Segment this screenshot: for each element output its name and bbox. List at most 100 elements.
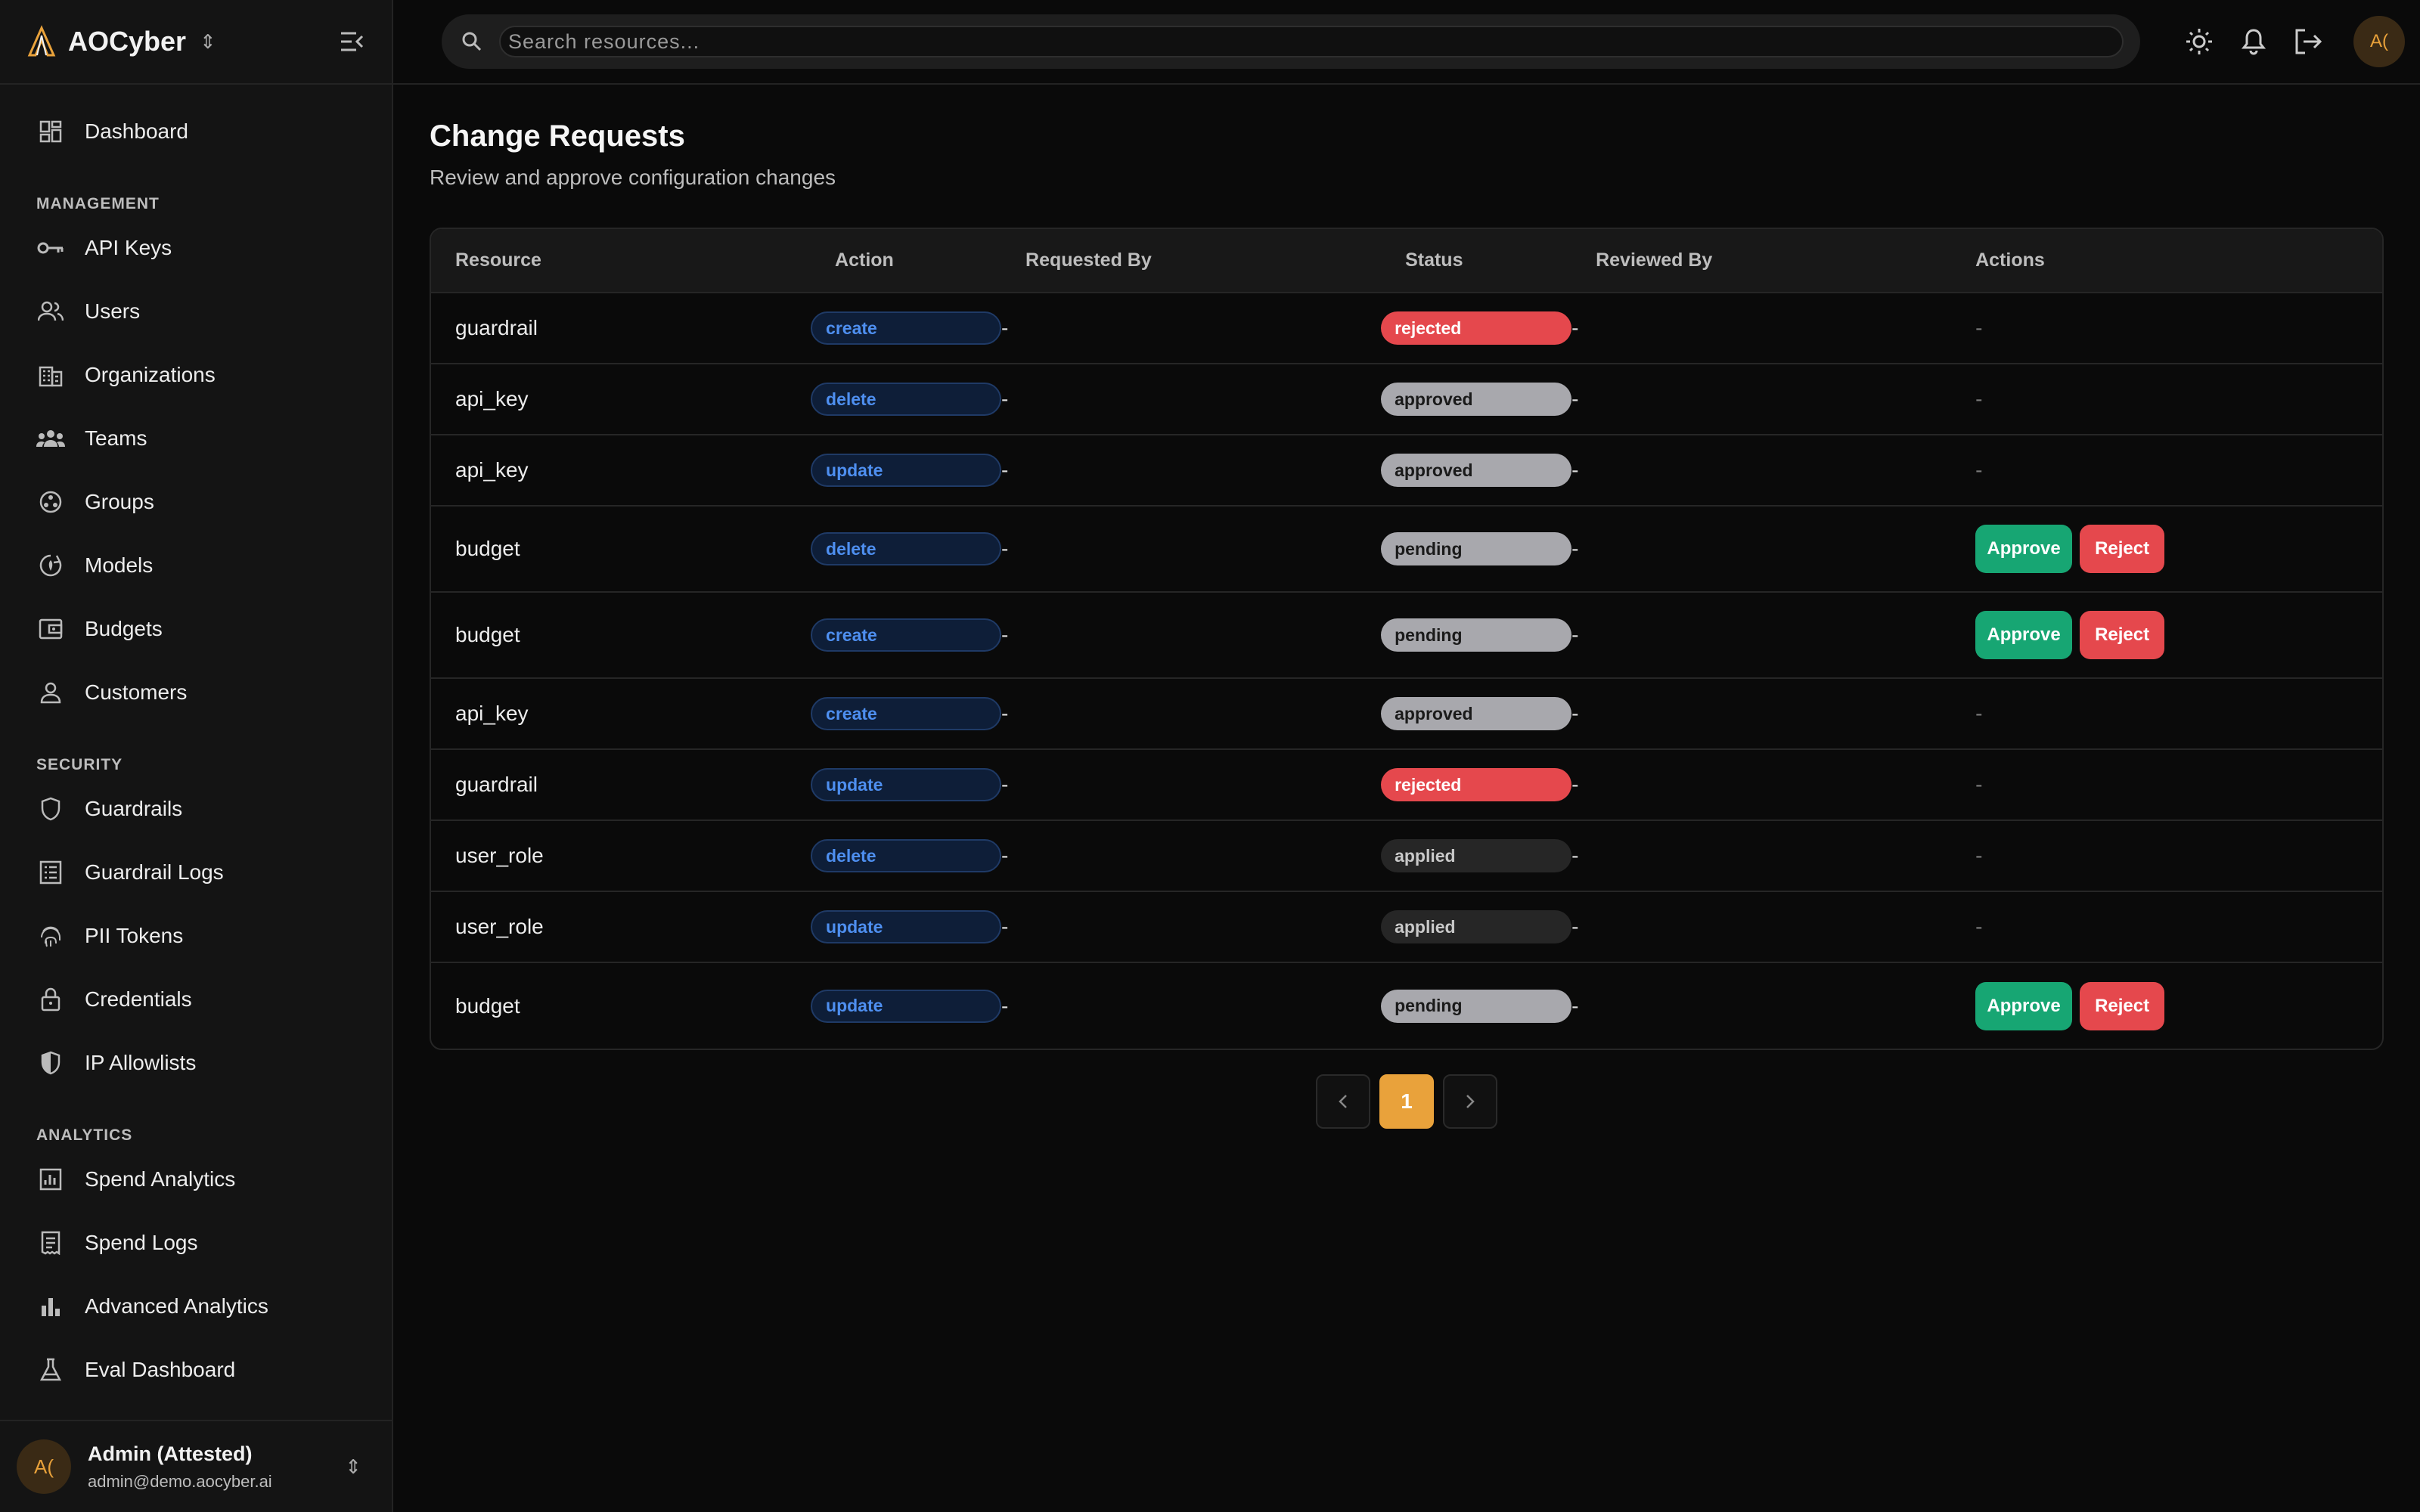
sidebar-item-budgets[interactable]: Budgets	[0, 597, 392, 661]
sidebar-item-teams[interactable]: Teams	[0, 407, 392, 470]
action-badge: update	[811, 454, 1002, 487]
cell-resource: budget	[431, 505, 811, 592]
action-badge: create	[811, 311, 1002, 345]
next-page-button[interactable]	[1443, 1074, 1497, 1129]
sidebar-item-guardrails[interactable]: Guardrails	[0, 777, 392, 841]
column-header-status[interactable]: Status	[1381, 229, 1571, 293]
user-info: Admin (Attested) admin@demo.aocyber.ai	[88, 1442, 272, 1492]
approve-button[interactable]: Approve	[1975, 525, 2073, 573]
table-row: budget update - pending - Approve Reject	[431, 962, 2382, 1049]
cell-status: rejected	[1381, 292, 1572, 364]
column-header-action[interactable]: Action	[811, 229, 1001, 293]
sidebar-item-label: Teams	[85, 426, 147, 450]
sidebar-item-eval-dashboard[interactable]: Eval Dashboard	[0, 1338, 392, 1402]
sidebar-item-label: PII Tokens	[85, 924, 184, 947]
cell-actions: -	[1951, 434, 2382, 506]
status-badge: pending	[1381, 989, 1572, 1023]
log-icon	[36, 858, 65, 887]
logo-icon	[24, 24, 59, 59]
search-icon	[458, 28, 486, 55]
sidebar-item-customers[interactable]: Customers	[0, 661, 392, 724]
cell-action: delete	[811, 363, 1002, 435]
cell-action: update	[811, 748, 1002, 820]
theme-toggle-icon[interactable]	[2183, 25, 2216, 58]
sidebar-item-models[interactable]: Models	[0, 534, 392, 597]
sidebar-item-label: Guardrails	[85, 797, 183, 820]
sidebar-item-label: IP Allowlists	[85, 1051, 197, 1074]
column-header-actions[interactable]: Actions	[1951, 229, 2382, 293]
top-bar: A(	[393, 0, 2420, 85]
column-header-resource[interactable]: Resource	[431, 229, 811, 293]
status-badge: pending	[1381, 532, 1572, 565]
cell-reviewed-by: -	[1571, 292, 1952, 364]
receipt-icon	[36, 1228, 65, 1257]
cell-requested-by: -	[1001, 505, 1382, 592]
org-switch-icon[interactable]: ⇕	[200, 30, 216, 54]
reject-button[interactable]: Reject	[2080, 981, 2165, 1030]
sidebar-item-api-keys[interactable]: API Keys	[0, 216, 392, 280]
sidebar-item-label: API Keys	[85, 236, 172, 259]
cell-status: applied	[1381, 891, 1572, 962]
sidebar-item-spend-analytics[interactable]: Spend Analytics	[0, 1148, 392, 1211]
column-header-reviewed-by[interactable]: Reviewed By	[1571, 229, 1951, 293]
status-badge: applied	[1381, 910, 1572, 943]
main-content: Change Requests Review and approve confi…	[430, 119, 2384, 1129]
cell-status: approved	[1381, 363, 1572, 435]
sidebar-item-pii-tokens[interactable]: PII Tokens	[0, 904, 392, 968]
sidebar-item-label: Models	[85, 553, 154, 577]
sidebar-item-label: Organizations	[85, 363, 216, 386]
reject-button[interactable]: Reject	[2080, 525, 2165, 573]
cell-actions: -	[1951, 292, 2382, 364]
cell-reviewed-by: -	[1571, 505, 1952, 592]
cell-status: approved	[1381, 677, 1572, 749]
table-row: api_key update - approved - -	[431, 434, 2382, 506]
building-icon	[36, 361, 65, 389]
page-button-current[interactable]: 1	[1379, 1074, 1434, 1129]
pagination: 1	[430, 1074, 2384, 1129]
cell-status: approved	[1381, 434, 1572, 506]
brand-name[interactable]: AOCyber	[68, 26, 186, 57]
sidebar-item-credentials[interactable]: Credentials	[0, 968, 392, 1031]
status-badge: applied	[1381, 839, 1572, 872]
cell-reviewed-by: -	[1571, 591, 1952, 678]
dashboard-icon	[36, 117, 65, 146]
cell-actions: -	[1951, 820, 2382, 891]
sidebar-item-guardrail-logs[interactable]: Guardrail Logs	[0, 841, 392, 904]
approve-button[interactable]: Approve	[1975, 981, 2073, 1030]
status-badge: rejected	[1381, 311, 1572, 345]
sidebar-item-label: Budgets	[85, 617, 163, 640]
action-badge: create	[811, 697, 1002, 730]
cell-resource: guardrail	[431, 748, 811, 820]
search-input[interactable]	[499, 26, 2124, 57]
sidebar-item-organizations[interactable]: Organizations	[0, 343, 392, 407]
cell-status: rejected	[1381, 748, 1572, 820]
page-subtitle: Review and approve configuration changes	[430, 166, 836, 189]
sidebar-item-ip-allowlists[interactable]: IP Allowlists	[0, 1031, 392, 1095]
bell-icon[interactable]	[2237, 25, 2270, 58]
action-badge: delete	[811, 839, 1002, 872]
logout-icon[interactable]	[2291, 25, 2325, 58]
reject-button[interactable]: Reject	[2080, 611, 2165, 659]
fingerprint-icon	[36, 922, 65, 950]
table-row: user_role delete - applied - -	[431, 820, 2382, 891]
cell-action: create	[811, 591, 1002, 678]
search-bar[interactable]	[442, 14, 2140, 69]
status-badge: approved	[1381, 383, 1572, 416]
cell-status: pending	[1381, 962, 1572, 1049]
cell-requested-by: -	[1001, 434, 1382, 506]
sidebar-item-spend-logs[interactable]: Spend Logs	[0, 1211, 392, 1275]
nav-section-security: SECURITY	[36, 756, 123, 773]
sidebar-item-advanced-analytics[interactable]: Advanced Analytics	[0, 1275, 392, 1338]
action-badge: update	[811, 768, 1002, 801]
header-avatar[interactable]: A(	[2353, 16, 2405, 67]
approve-button[interactable]: Approve	[1975, 611, 2073, 659]
sidebar-item-users[interactable]: Users	[0, 280, 392, 343]
collapse-sidebar-icon[interactable]	[337, 26, 368, 57]
user-menu[interactable]: A( Admin (Attested) admin@demo.aocyber.a…	[0, 1420, 392, 1512]
sidebar-item-dashboard[interactable]: Dashboard	[0, 100, 392, 163]
table-row: budget create - pending - Approve Reject	[431, 591, 2382, 678]
sidebar-item-groups[interactable]: Groups	[0, 470, 392, 534]
action-badge: delete	[811, 532, 1002, 565]
prev-page-button[interactable]	[1316, 1074, 1370, 1129]
column-header-requested-by[interactable]: Requested By	[1001, 229, 1381, 293]
